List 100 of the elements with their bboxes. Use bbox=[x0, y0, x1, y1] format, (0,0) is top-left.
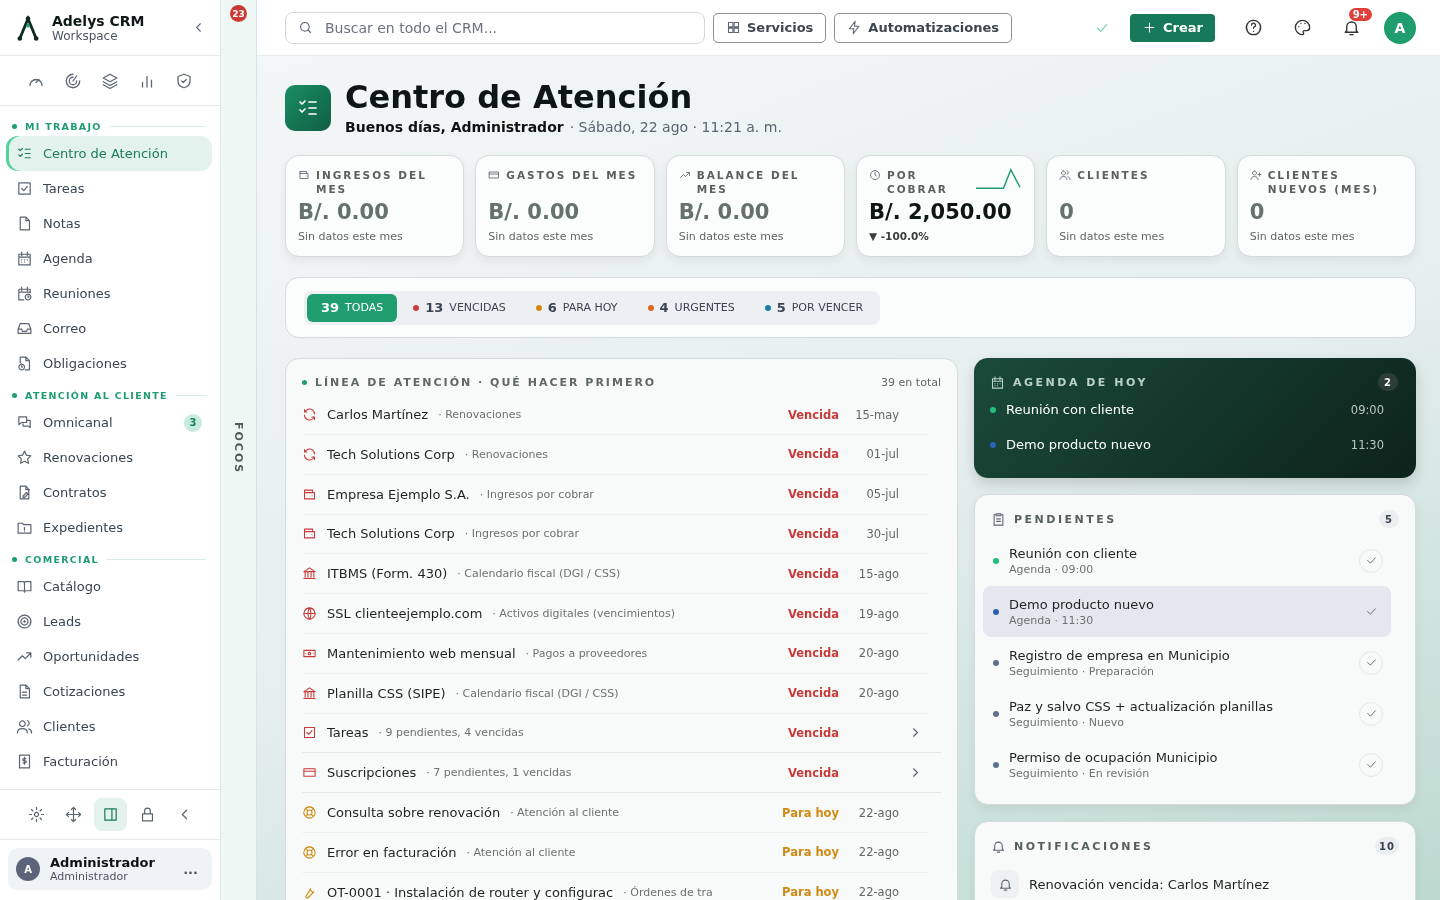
nav-item[interactable]: Facturación bbox=[6, 744, 212, 779]
kpi-value: B/. 0.00 bbox=[488, 200, 581, 225]
pending-item[interactable]: Permiso de ocupación Municipio Seguimiento · En revisión bbox=[983, 739, 1391, 791]
nav-item[interactable]: Reuniones bbox=[6, 276, 212, 311]
nav-item[interactable]: Correo bbox=[6, 311, 212, 346]
star-icon bbox=[16, 449, 33, 466]
queue-row[interactable]: ITBMS (Form. 430) · Calendario fiscal (DGI / CSS) Vencida 15-ago bbox=[302, 554, 929, 595]
queue-row[interactable]: SSL clienteejemplo.com · Activos digitales (vencimientos) Vencida 19-ago bbox=[302, 594, 929, 634]
item-meta: Agenda · 09:00 bbox=[1009, 562, 1095, 576]
palette-icon[interactable] bbox=[1293, 18, 1312, 37]
status-label: Vencida bbox=[787, 447, 839, 462]
status-label: Vencida bbox=[787, 606, 839, 621]
nav-item[interactable]: Agenda bbox=[6, 241, 212, 276]
row-category: · 7 pendientes, 1 vencidas bbox=[426, 766, 573, 780]
pending-item[interactable]: Reunión con cliente Agenda · 09:00 bbox=[983, 535, 1391, 587]
agenda-event[interactable]: Reunión con cliente 09:00 bbox=[990, 392, 1398, 428]
search-bar[interactable]: Buscar en todo el CRM... bbox=[285, 11, 705, 44]
queue-row[interactable]: Planilla CSS (SIPE) · Calendario fiscal (DGI / CSS) Vencida 20-ago bbox=[302, 673, 929, 714]
focus-panel[interactable]: 23 FOCOS bbox=[221, 0, 257, 900]
panel-button[interactable] bbox=[93, 798, 127, 831]
nav-item[interactable]: Cotizaciones bbox=[6, 674, 212, 709]
kpi-value: 0 bbox=[1059, 200, 1075, 225]
queue-row[interactable]: Carlos Martínez · Renovaciones Vencida 15-may bbox=[302, 395, 929, 435]
row-category: · Renovaciones bbox=[438, 408, 523, 422]
queue-row[interactable]: Tech Solutions Corp · Renovaciones Vencida 01-jul bbox=[302, 435, 929, 475]
nav-item[interactable]: Oportunidades bbox=[6, 639, 212, 674]
agenda-event[interactable]: Demo producto nuevo 11:30 bbox=[990, 427, 1398, 463]
item-title: Registro de empresa en Municipio bbox=[1009, 647, 1231, 663]
bell-icon[interactable] bbox=[1342, 18, 1361, 37]
create-button[interactable]: Crear bbox=[1130, 13, 1215, 42]
receipt-icon bbox=[16, 753, 33, 770]
row-category: · Órdenes de tra bbox=[623, 885, 714, 899]
count-badge: 10 bbox=[1375, 837, 1399, 856]
card-icon bbox=[488, 169, 501, 182]
users-icon bbox=[16, 718, 33, 735]
due-date: 30-jul bbox=[866, 526, 899, 541]
filter-tab[interactable]: 13 VENCIDAS bbox=[399, 293, 520, 322]
more-menu[interactable]: ... bbox=[183, 861, 204, 877]
nav-item[interactable]: Notas bbox=[6, 206, 212, 241]
nav-item[interactable]: Contratos bbox=[6, 475, 212, 510]
nav-label: Omnicanal bbox=[43, 415, 114, 430]
nav-label: Centro de Atención bbox=[43, 146, 169, 161]
pending-item[interactable]: Registro de empresa en Municipio Seguimiento · Preparación bbox=[983, 637, 1391, 689]
queue-row[interactable]: Consulta sobre renovación · Atención al cliente Para hoy 22-ago bbox=[302, 793, 929, 833]
brand-subtitle: Workspace bbox=[52, 28, 119, 43]
search-icon bbox=[298, 20, 313, 35]
move-icon bbox=[64, 806, 82, 823]
search-field[interactable]: Buscar en todo el CRM... bbox=[323, 18, 692, 37]
row-category: · Activos digitales (vencimientos) bbox=[492, 607, 676, 621]
kpi-value: B/. 0.00 bbox=[298, 200, 390, 225]
item-title: Demo producto nuevo bbox=[1009, 596, 1155, 612]
nav-item[interactable]: Expedientes bbox=[6, 510, 212, 545]
checkbox-icon bbox=[16, 180, 33, 197]
nav-item[interactable]: Centro de Atención bbox=[6, 136, 212, 171]
status-label: Vencida bbox=[787, 407, 839, 422]
user-card[interactable]: A Administrador Administrador ... bbox=[8, 848, 212, 890]
nav-item[interactable]: Catálogo bbox=[6, 569, 212, 604]
refresh-icon bbox=[302, 446, 317, 462]
nav-label: Facturación bbox=[43, 754, 119, 769]
card-title: AGENDA DE HOY bbox=[1013, 375, 1149, 389]
toolbar-button[interactable]: Automatizaciones bbox=[834, 12, 1013, 43]
row-category: · Atención al cliente bbox=[466, 845, 577, 859]
nav-item[interactable]: Renovaciones bbox=[6, 440, 212, 475]
lifebuoy-icon bbox=[302, 805, 317, 821]
notification-badge: 23 bbox=[230, 5, 247, 22]
row-category: · Ingresos por cobrar bbox=[479, 487, 595, 501]
pending-item[interactable]: Paz y salvo CSS + actualización planillas Seguimiento · Nuevo bbox=[983, 688, 1391, 740]
layers-icon[interactable] bbox=[101, 71, 119, 90]
shield-icon[interactable] bbox=[175, 71, 193, 90]
queue-row[interactable]: Suscripciones · 7 pendientes, 1 vencidas Vencida bbox=[302, 753, 941, 794]
filter-tab[interactable]: 6 PARA HOY bbox=[521, 293, 632, 322]
sparkline bbox=[974, 168, 1023, 191]
queue-row[interactable]: Tareas · 9 pendientes, 4 vencidas Vencida bbox=[302, 713, 941, 754]
nav-item[interactable]: Omnicanal 3 bbox=[6, 405, 212, 440]
nav-item[interactable]: Leads bbox=[6, 604, 212, 639]
users-icon bbox=[1059, 169, 1072, 182]
row-title: Tareas bbox=[327, 725, 369, 741]
filter-tab[interactable]: 5 POR VENCER bbox=[750, 293, 878, 322]
row-category: · Renovaciones bbox=[464, 447, 549, 461]
help-icon[interactable] bbox=[1244, 18, 1263, 37]
queue-row[interactable]: Error en facturación · Atención al cliente Para hoy 22-ago bbox=[302, 832, 929, 873]
item-meta: Seguimiento · En revisión bbox=[1009, 766, 1151, 780]
queue-row[interactable]: Mantenimiento web mensual · Pagos a proveedores Vencida 20-ago bbox=[302, 633, 929, 674]
nav-label: Leads bbox=[43, 614, 82, 629]
queue-row[interactable]: Empresa Ejemplo S.A. · Ingresos por cobrar Vencida 05-jul bbox=[302, 474, 929, 515]
toolbar-button[interactable]: Servicios bbox=[713, 12, 827, 43]
nav-item[interactable]: Clientes bbox=[6, 709, 212, 744]
wallet-icon bbox=[298, 169, 310, 182]
checkbox-icon bbox=[302, 725, 317, 741]
notification-badge: 9+ bbox=[1348, 8, 1372, 21]
pending-item[interactable]: Demo producto nuevo Agenda · 11:30 bbox=[983, 586, 1391, 638]
queue-row[interactable]: Tech Solutions Corp · Ingresos por cobrar Vencida 30-jul bbox=[302, 514, 929, 555]
row-title: Empresa Ejemplo S.A. bbox=[327, 486, 470, 502]
filter-tab[interactable]: 4 URGENTES bbox=[633, 293, 749, 322]
radar-icon[interactable] bbox=[64, 71, 82, 90]
nav-item[interactable]: Tareas bbox=[6, 171, 212, 206]
notification-item[interactable]: Renovación vencida: Carlos Martínez bbox=[991, 870, 1399, 899]
nav-item[interactable]: Obligaciones bbox=[6, 346, 212, 381]
queue-row[interactable]: OT-0001 · Instalación de router y configurac · Órdenes de tra Para hoy 22-ago bbox=[302, 872, 929, 900]
count-badge: 3 bbox=[184, 413, 202, 432]
